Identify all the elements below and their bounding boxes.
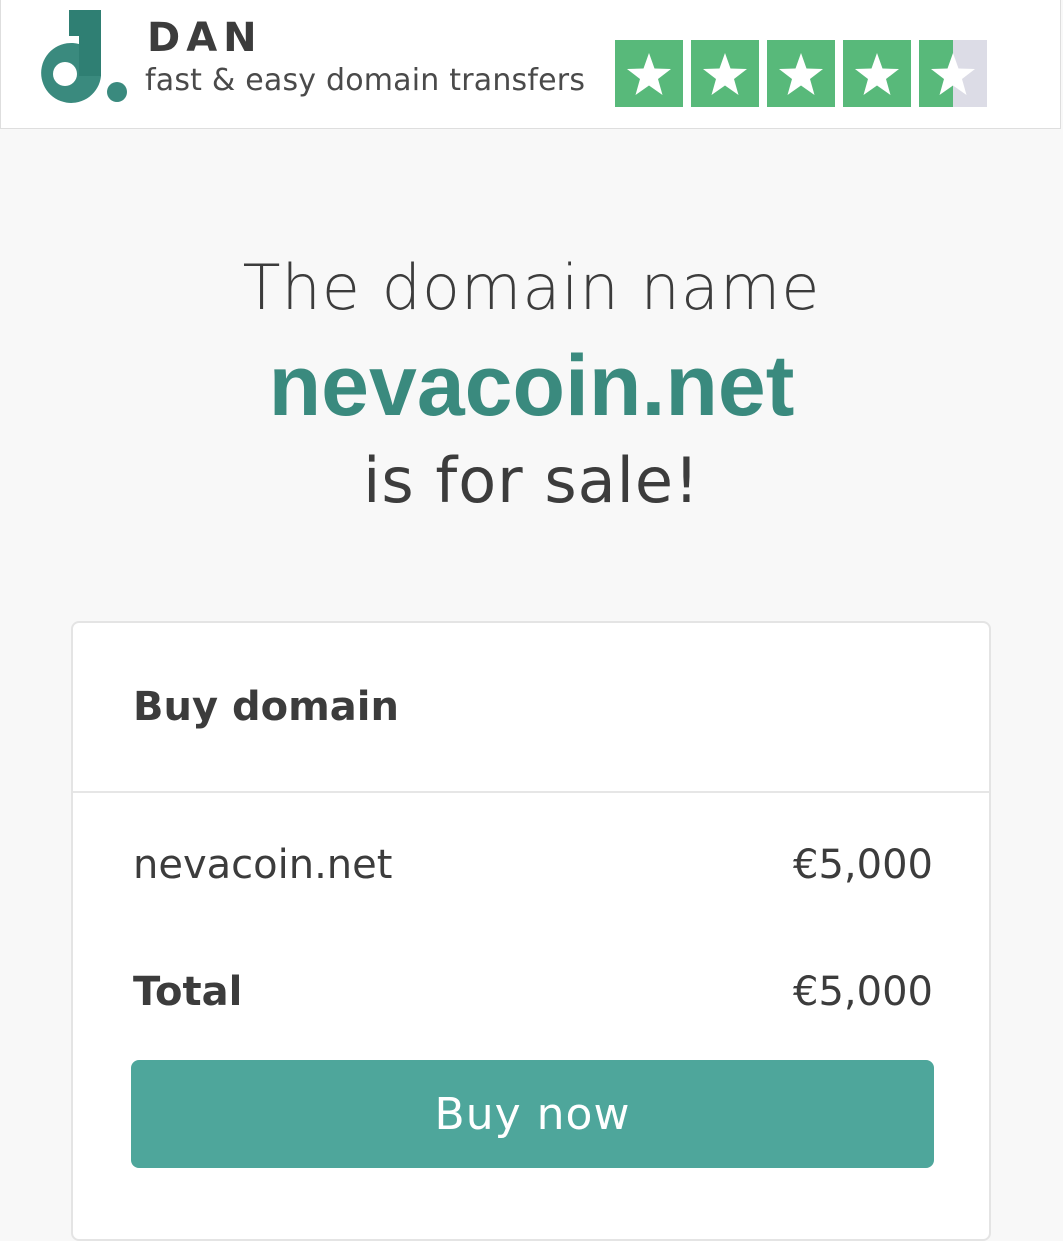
total-price: €5,000: [793, 969, 933, 1015]
sale-headline: The domain name nevacoin.net is for sale…: [0, 248, 1063, 516]
total-row: Total €5,000: [133, 972, 933, 1012]
rating-star-2: [691, 40, 759, 107]
card-title: Buy domain: [133, 684, 399, 730]
brand-name: DAN: [147, 15, 263, 61]
card-divider: [73, 791, 989, 793]
star-icon: [767, 40, 835, 107]
rating-star-4: [843, 40, 911, 107]
rating-star-1: [615, 40, 683, 107]
line-item-row: nevacoin.net €5,000: [133, 845, 933, 885]
total-label: Total: [133, 969, 243, 1015]
site-header: DAN fast & easy domain transfers: [0, 0, 1061, 129]
line-item-price: €5,000: [793, 842, 933, 888]
domain-name-title: nevacoin.net: [268, 338, 795, 434]
star-icon: [919, 40, 987, 107]
line-item-domain: nevacoin.net: [133, 842, 393, 888]
star-rating: [615, 40, 987, 107]
rating-star-5: [919, 40, 987, 107]
dan-logo-icon[interactable]: [31, 10, 131, 105]
star-icon: [691, 40, 759, 107]
buy-domain-card: Buy domain nevacoin.net €5,000 Total €5,…: [71, 621, 991, 1241]
headline-outro: is for sale!: [363, 444, 700, 517]
buy-now-button[interactable]: Buy now: [131, 1060, 934, 1168]
star-icon: [615, 40, 683, 107]
star-icon: [843, 40, 911, 107]
headline-intro: The domain name: [242, 251, 821, 324]
brand-tagline: fast & easy domain transfers: [145, 63, 586, 98]
rating-star-3: [767, 40, 835, 107]
